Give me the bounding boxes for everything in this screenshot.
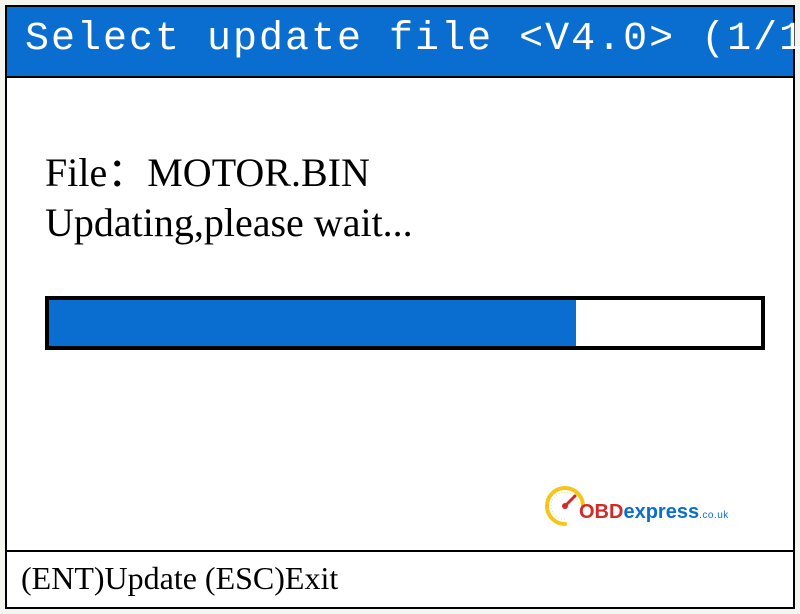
logo-brand-right: express xyxy=(623,501,699,523)
progress-fill xyxy=(49,300,576,346)
watermark-text: OBDexpress.co.uk xyxy=(579,501,729,524)
content-area: File：MOTOR.BIN Updating,please wait... O… xyxy=(7,78,793,550)
status-line: Updating,please wait... xyxy=(45,198,763,248)
file-label: File： xyxy=(45,150,147,195)
watermark-logo: OBDexpress.co.uk xyxy=(543,482,743,532)
app-window: Select update file <V4.0> (1/1) File：MOT… xyxy=(5,5,795,609)
logo-brand-left: OBD xyxy=(579,501,623,523)
footer-hints: (ENT)Update (ESC)Exit xyxy=(7,550,793,607)
status-text: Updating,please wait... xyxy=(45,200,413,245)
progress-bar xyxy=(45,296,765,350)
window-title: Select update file <V4.0> (1/1) xyxy=(25,17,800,62)
logo-domain: .co.uk xyxy=(699,510,729,521)
footer-text: (ENT)Update (ESC)Exit xyxy=(21,560,338,596)
title-bar: Select update file <V4.0> (1/1) xyxy=(7,7,793,78)
file-line: File：MOTOR.BIN xyxy=(45,148,763,198)
file-name: MOTOR.BIN xyxy=(147,150,370,195)
